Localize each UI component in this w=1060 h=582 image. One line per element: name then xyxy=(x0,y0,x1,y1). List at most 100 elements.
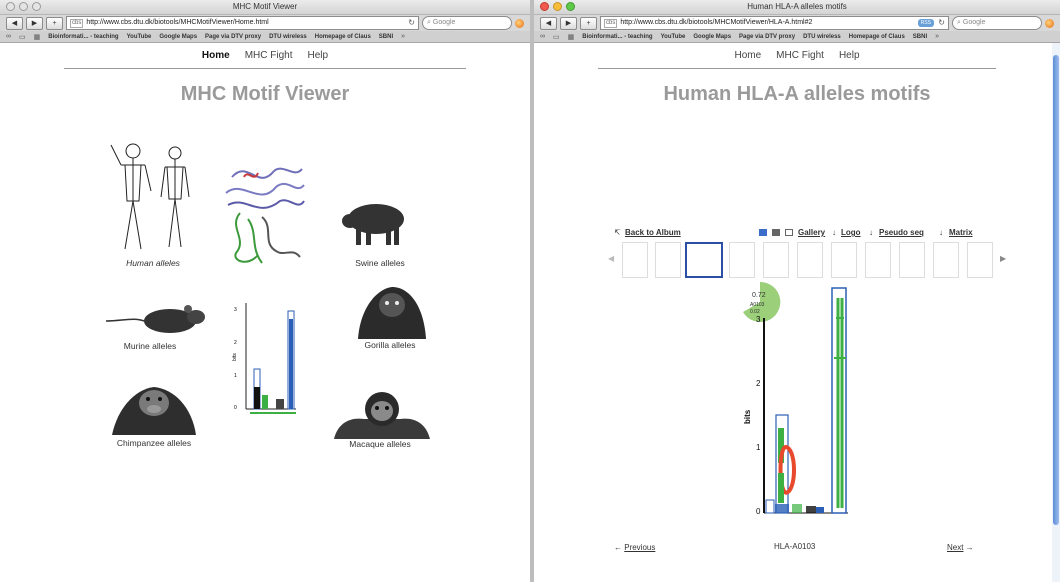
bookmark-item[interactable]: Homepage of Claus xyxy=(315,34,371,40)
mini-sequence-logo[interactable]: 3 2 1 0 bits xyxy=(232,299,300,423)
vertical-scrollbar[interactable] xyxy=(1052,43,1060,582)
right-arrow-icon: → xyxy=(963,543,974,552)
allele-thumbnail[interactable] xyxy=(797,242,823,278)
bookmark-item[interactable]: SBNI xyxy=(913,34,927,40)
close-window-button[interactable] xyxy=(540,2,549,11)
pig-image[interactable] xyxy=(342,193,414,251)
allele-thumbnail[interactable] xyxy=(655,242,681,278)
search-input[interactable]: ⌕ Google xyxy=(952,16,1042,30)
bookmark-item[interactable]: Page via DTV proxy xyxy=(739,34,795,40)
nav-help[interactable]: Help xyxy=(839,50,860,61)
gorilla-alleles-label[interactable]: Gorilla alleles xyxy=(345,340,435,350)
allele-thumbnail[interactable] xyxy=(967,242,993,278)
browser-toolbar: ◀ ▶ + cbs http://www.cbs.dtu.dk/biotools… xyxy=(534,15,1060,31)
matrix-link[interactable]: Matrix xyxy=(949,228,973,237)
grid-icon[interactable]: ▦ xyxy=(568,33,575,41)
back-to-album-link[interactable]: Back to Album xyxy=(625,228,681,237)
reading-glasses-icon[interactable]: ∞ xyxy=(6,33,11,40)
bookmark-item[interactable]: Page via DTV proxy xyxy=(205,34,261,40)
nav-home[interactable]: Home xyxy=(202,50,230,61)
nav-divider xyxy=(64,68,466,69)
zoom-window-button[interactable] xyxy=(566,2,575,11)
more-bookmarks-icon[interactable]: » xyxy=(935,33,939,40)
allele-thumbnail[interactable] xyxy=(899,242,925,278)
address-bar[interactable]: cbs http://www.cbs.dtu.dk/biotools/MHCMo… xyxy=(66,16,419,30)
grid-icon[interactable]: ▦ xyxy=(34,33,41,41)
nav-mhc-fight[interactable]: MHC Fight xyxy=(776,50,824,61)
scroll-left-icon[interactable]: ◀ xyxy=(608,254,614,263)
more-bookmarks-icon[interactable]: » xyxy=(401,33,405,40)
search-input[interactable]: ⌕ Google xyxy=(422,16,512,30)
zoom-window-button[interactable] xyxy=(32,2,41,11)
nav-home[interactable]: Home xyxy=(734,50,761,61)
open-book-icon[interactable]: ▭ xyxy=(19,33,26,41)
allele-thumbnail[interactable] xyxy=(622,242,648,278)
chimpanzee-alleles-label[interactable]: Chimpanzee alleles xyxy=(104,438,204,448)
nav-mhc-fight[interactable]: MHC Fight xyxy=(245,50,293,61)
view-controls: ↸ Back to Album Gallery ↓ Logo ↓ Pseudo … xyxy=(614,228,1024,240)
back-arrow-icon[interactable]: ◀ xyxy=(540,16,557,30)
bookmark-item[interactable]: DTU wireless xyxy=(269,34,307,40)
allele-thumbnail[interactable] xyxy=(831,242,857,278)
murine-alleles-label[interactable]: Murine alleles xyxy=(110,341,190,351)
bookmark-item[interactable]: SBNI xyxy=(379,34,393,40)
bookmark-item[interactable]: Google Maps xyxy=(159,34,197,40)
snapshot-icon[interactable] xyxy=(515,18,524,28)
scrollbar-thumb[interactable] xyxy=(1053,55,1059,525)
right-browser-window: Human HLA-A alleles motifs ◀ ▶ + cbs htt… xyxy=(534,0,1060,582)
reload-icon[interactable]: ↻ xyxy=(408,17,415,29)
logo-tick: 1 xyxy=(756,443,761,452)
bookmark-item[interactable]: YouTube xyxy=(661,34,686,40)
gallery-view-outline-icon[interactable] xyxy=(785,229,793,236)
allele-thumbnail[interactable] xyxy=(933,242,959,278)
pseudo-seq-link[interactable]: Pseudo seq xyxy=(879,228,924,237)
snapshot-icon[interactable] xyxy=(1045,18,1054,28)
window-title: Human HLA-A alleles motifs xyxy=(747,2,847,11)
allele-thumbnail[interactable] xyxy=(865,242,891,278)
address-bar[interactable]: cbs http://www.cbs.dtu.dk/biotools/MHCMo… xyxy=(600,16,949,30)
macaque-alleles-label[interactable]: Macaque alleles xyxy=(340,439,420,449)
next-link[interactable]: Next → xyxy=(947,543,974,552)
close-window-button[interactable] xyxy=(6,2,15,11)
bookmark-item[interactable]: Google Maps xyxy=(693,34,731,40)
add-bookmark-button[interactable]: + xyxy=(46,16,63,30)
human-alleles-label[interactable]: Human alleles xyxy=(103,258,203,268)
add-bookmark-button[interactable]: + xyxy=(580,16,597,30)
swine-alleles-label[interactable]: Swine alleles xyxy=(340,258,420,268)
allele-thumbnail[interactable] xyxy=(763,242,789,278)
gallery-view-blue-icon[interactable] xyxy=(759,229,767,236)
url-text: http://www.cbs.dtu.dk/biotools/MHCMotifV… xyxy=(86,19,269,26)
bookmark-item[interactable]: Homepage of Claus xyxy=(849,34,905,40)
back-arrow-icon[interactable]: ◀ xyxy=(6,16,23,30)
nav-help[interactable]: Help xyxy=(308,50,329,61)
allele-thumbnail[interactable] xyxy=(729,242,755,278)
minimize-window-button[interactable] xyxy=(19,2,28,11)
reload-icon[interactable]: ↻ xyxy=(938,17,945,29)
previous-link[interactable]: ← Previous xyxy=(614,543,655,552)
gallery-view-gray-icon[interactable] xyxy=(772,229,780,236)
bookmark-item[interactable]: Bioinformati... - teaching xyxy=(582,34,652,40)
reading-glasses-icon[interactable]: ∞ xyxy=(540,33,545,40)
bookmark-item[interactable]: YouTube xyxy=(127,34,152,40)
site-favicon-icon: cbs xyxy=(70,18,84,28)
macaque-image[interactable] xyxy=(334,387,430,439)
allele-thumbnail-selected[interactable] xyxy=(685,242,723,278)
scroll-right-icon[interactable]: ▶ xyxy=(1000,254,1006,263)
forward-arrow-icon[interactable]: ▶ xyxy=(26,16,43,30)
bookmark-item[interactable]: Bioinformati... - teaching xyxy=(48,34,118,40)
title-bar: MHC Motif Viewer xyxy=(0,0,530,15)
gallery-link[interactable]: Gallery xyxy=(798,228,825,237)
mouse-image[interactable] xyxy=(104,299,206,339)
forward-arrow-icon[interactable]: ▶ xyxy=(560,16,577,30)
gorilla-image[interactable] xyxy=(352,279,430,339)
bookmark-item[interactable]: DTU wireless xyxy=(803,34,841,40)
rss-badge[interactable]: RSS xyxy=(917,19,934,27)
open-book-icon[interactable]: ▭ xyxy=(553,33,560,41)
bookmarks-bar: ∞ ▭ ▦ Bioinformati... - teaching YouTube… xyxy=(534,31,1060,43)
mhc-protein-structure-image[interactable] xyxy=(218,157,306,271)
human-figures-image[interactable] xyxy=(103,139,203,257)
chimpanzee-image[interactable] xyxy=(108,377,200,435)
sequence-logo[interactable]: 0.72 A0103 0.02 3 2 1 0 bits xyxy=(730,278,858,533)
logo-link[interactable]: Logo xyxy=(841,228,861,237)
minimize-window-button[interactable] xyxy=(553,2,562,11)
